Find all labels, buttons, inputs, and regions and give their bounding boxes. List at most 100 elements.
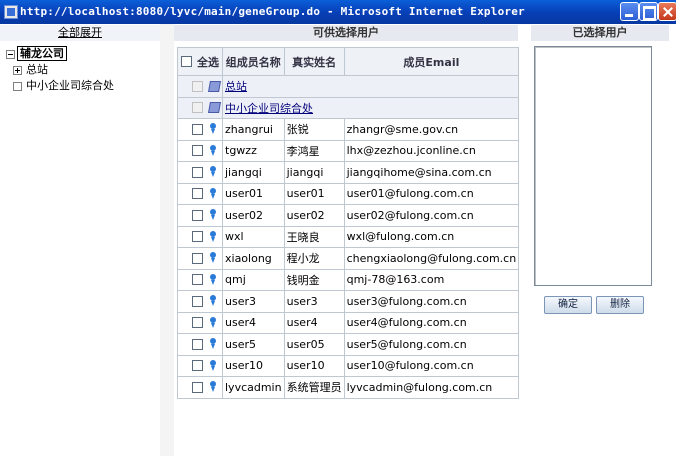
cell-name: user02 [222,204,285,227]
row-checkbox[interactable] [192,360,203,372]
tree-root-label[interactable]: 辅龙公司 [17,46,67,61]
user-icon [209,166,217,178]
cell-email: user01@fulong.com.cn [343,182,520,205]
tree-node-zongzhan[interactable]: 总站 [13,64,48,76]
group-link[interactable]: 总站 [225,80,247,93]
table-row[interactable]: zhangrui 张锐 zhangr@sme.gov.cn [177,118,520,141]
cell-name: xiaolong [222,247,285,270]
user-icon [209,316,217,329]
maximize-button[interactable] [639,2,658,21]
cell-realname: 程小龙 [283,247,345,270]
table-row[interactable]: user3 user3 user3@fulong.com.cn [177,290,520,313]
cell-email: user3@fulong.com.cn [343,290,520,313]
cell-name: user01 [222,182,285,205]
table-row[interactable]: user01 user01 user01@fulong.com.cn [177,182,520,205]
selected-users-list[interactable] [534,46,652,286]
tree-node-sme-office[interactable]: 中小企业司综合处 [13,80,114,92]
table-row[interactable]: wxl 王晓良 wxl@fulong.com.cn [177,225,520,248]
row-checkbox[interactable] [192,295,203,307]
cell-email: jiangqihome@sina.com.cn [343,161,520,184]
table-row[interactable]: user4 user4 user4@fulong.com.cn [177,311,520,334]
user-icon [209,381,217,393]
expand-all-link[interactable]: 全部展开 [0,25,160,41]
table-row[interactable]: user02 user02 user02@fulong.com.cn [177,204,520,227]
expand-icon[interactable] [13,65,22,75]
cell-realname: user3 [283,290,345,313]
col-header-email: 成员Email [343,47,520,76]
cell-email: user02@fulong.com.cn [343,204,520,227]
close-button[interactable] [658,2,676,21]
pane-divider [160,24,174,456]
user-icon [209,230,217,243]
user-rows: zhangrui 张锐 zhangr@sme.gov.cn tgwzz 李鸿星 lhx@z… [177,118,520,399]
selected-users-pane: 已选择用户 确定 删除 [526,24,676,456]
collapse-icon[interactable] [6,49,15,59]
minimize-button[interactable] [620,2,639,21]
cell-email: chengxiaolong@fulong.com.cn [343,247,520,270]
row-checkbox[interactable] [192,252,203,264]
group-row: 总站 [177,75,520,98]
row-checkbox[interactable] [192,231,203,243]
cell-realname: 李鸿星 [283,139,345,162]
select-all-header[interactable]: 全选 [177,47,223,76]
table-row[interactable]: jiangqi jiangqi jiangqihome@sina.com.cn [177,161,520,184]
cell-name: jiangqi [222,161,285,184]
table-header-row: 全选 组成员名称 真实姓名 成员Email [177,47,520,76]
cell-realname: user10 [283,354,345,377]
row-checkbox[interactable] [192,317,203,329]
select-all-checkbox[interactable] [181,56,192,67]
cell-realname: user4 [283,311,345,334]
tree-node-label[interactable]: 总站 [26,63,48,76]
cell-name: qmj [222,268,285,291]
user-icon [209,273,217,286]
cell-realname: user02 [283,204,345,227]
cell-email: user5@fulong.com.cn [343,333,520,356]
row-checkbox[interactable] [192,123,203,135]
cell-realname: user05 [283,333,345,356]
row-checkbox[interactable] [192,274,203,286]
cell-email: qmj-78@163.com [343,268,520,291]
table-row[interactable]: qmj 钱明金 qmj-78@163.com [177,268,520,291]
row-checkbox[interactable] [192,209,203,221]
table-row[interactable]: user5 user05 user5@fulong.com.cn [177,333,520,356]
cell-name: user5 [222,333,285,356]
table-row[interactable]: user10 user10 user10@fulong.com.cn [177,354,520,377]
user-icon [209,359,217,372]
cell-email: lhx@zezhou.jconline.cn [343,139,520,162]
cell-email: user10@fulong.com.cn [343,354,520,377]
cell-realname: jiangqi [283,161,345,184]
tree-node-label[interactable]: 中小企业司综合处 [26,79,114,92]
row-checkbox[interactable] [192,145,203,157]
cell-realname: 王晓良 [283,225,345,248]
user-icon [209,209,217,221]
selected-users-header: 已选择用户 [531,25,669,41]
group-folder-icon [208,102,221,114]
row-checkbox[interactable] [192,166,203,178]
cell-realname: 张锐 [283,118,345,141]
table-row[interactable]: xiaolong 程小龙 chengxiaolong@fulong.com.cn [177,247,520,270]
available-users-header: 可供选择用户 [174,25,518,41]
tree-root[interactable]: 辅龙公司 [6,46,67,61]
user-icon [209,187,217,200]
row-checkbox[interactable] [192,338,203,350]
row-checkbox[interactable] [192,188,203,200]
group-checkbox [192,80,203,92]
group-row: 中小企业司综合处 [177,96,520,119]
user-icon [209,338,217,350]
table-row[interactable]: lyvcadmin 系统管理员 lyvcadmin@fulong.com.cn [177,376,520,399]
group-checkbox [192,102,203,114]
row-checkbox[interactable] [192,381,203,393]
cell-name: tgwzz [222,139,285,162]
available-users-pane: 可供选择用户 全选 组成员名称 真实姓名 成员Email 总站 中小企业司综合处… [174,24,520,456]
cell-name: user3 [222,290,285,313]
cell-email: zhangr@sme.gov.cn [343,118,520,141]
window-title: http://localhost:8080/lyvc/main/geneGrou… [20,5,525,18]
confirm-button[interactable]: 确定 [544,296,592,314]
table-row[interactable]: tgwzz 李鸿星 lhx@zezhou.jconline.cn [177,139,520,162]
delete-button[interactable]: 删除 [596,296,644,314]
group-link[interactable]: 中小企业司综合处 [225,102,313,115]
user-icon [209,144,217,157]
user-icon [209,123,217,135]
cell-name: user4 [222,311,285,334]
user-icon [209,295,217,307]
